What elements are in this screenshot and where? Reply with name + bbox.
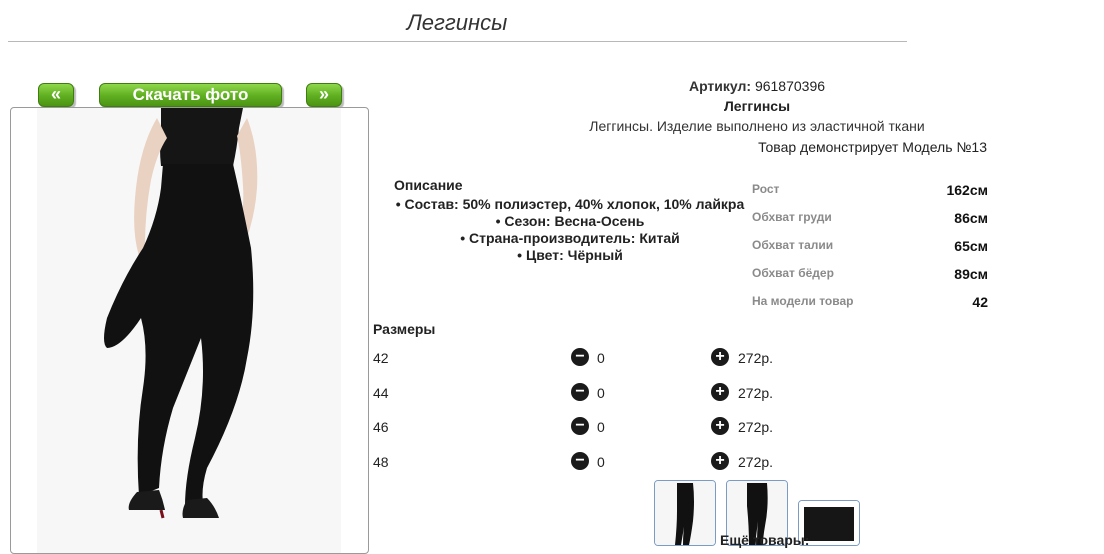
next-photo-button[interactable]: » xyxy=(306,83,342,107)
size-label: 48 xyxy=(373,454,389,470)
description-heading: Описание xyxy=(394,177,463,193)
sizes-heading: Размеры xyxy=(373,321,436,337)
article-value: 961870396 xyxy=(754,78,826,94)
size-label: 44 xyxy=(373,385,389,401)
measurement-value: 89см xyxy=(954,266,988,282)
measurement-label: Рост xyxy=(752,182,780,196)
measurement-row: Рост 162см xyxy=(752,182,988,202)
plus-circle-icon[interactable]: + xyxy=(711,417,729,436)
minus-circle-icon[interactable]: − xyxy=(571,348,589,367)
quantity-value: 0 xyxy=(597,350,605,366)
price-value: 272р. xyxy=(738,419,774,435)
product-description: Леггинсы. Изделие выполнено из эластично… xyxy=(589,118,925,134)
measurement-label: Обхват бёдер xyxy=(752,266,834,280)
measurement-label: На модели товар xyxy=(752,294,854,308)
article-label: Артикул: xyxy=(688,78,752,94)
download-photo-button[interactable]: Скачать фото xyxy=(99,83,282,107)
measurement-row: На модели товар 42 xyxy=(752,294,988,314)
measurement-value: 86см xyxy=(954,210,988,226)
price-value: 272р. xyxy=(738,385,774,401)
minus-circle-icon[interactable]: − xyxy=(571,417,589,436)
more-goods-label: Ещё товары: xyxy=(720,532,810,548)
size-row: 48 −0 +272р. xyxy=(373,452,793,474)
article-line: Артикул: 961870396 xyxy=(527,78,987,94)
quantity-value: 0 xyxy=(597,419,605,435)
price-value: 272р. xyxy=(738,454,774,470)
minus-circle-icon[interactable]: − xyxy=(571,383,589,402)
plus-circle-icon[interactable]: + xyxy=(711,348,729,367)
description-block: Описание Состав: 50% полиэстер, 40% хлоп… xyxy=(380,177,760,264)
plus-circle-icon[interactable]: + xyxy=(711,383,729,402)
size-label: 46 xyxy=(373,419,389,435)
description-item: Страна-производитель: Китай xyxy=(380,230,760,247)
product-photo xyxy=(10,107,369,554)
measurement-value: 65см xyxy=(954,238,988,254)
measurement-label: Обхват талии xyxy=(752,238,834,252)
model-note: Товар демонстрирует Модель №13 xyxy=(758,139,987,155)
size-label: 42 xyxy=(373,350,389,366)
model-figure xyxy=(104,108,258,519)
measurement-value: 162см xyxy=(946,182,988,198)
measurement-row: Обхват груди 86см xyxy=(752,210,988,230)
size-row: 46 −0 +272р. xyxy=(373,417,793,439)
thumbnail-photo[interactable] xyxy=(654,480,716,546)
prev-photo-button[interactable]: « xyxy=(38,83,74,107)
quantity-value: 0 xyxy=(597,385,605,401)
quantity-value: 0 xyxy=(597,454,605,470)
description-item: Сезон: Весна-Осень xyxy=(380,213,760,230)
measurement-row: Обхват бёдер 89см xyxy=(752,266,988,286)
price-value: 272р. xyxy=(738,350,774,366)
measurement-label: Обхват груди xyxy=(752,210,832,224)
size-row: 42 −0 +272р. xyxy=(373,348,793,370)
description-item: Состав: 50% полиэстер, 40% хлопок, 10% л… xyxy=(380,196,760,213)
size-row: 44 −0 +272р. xyxy=(373,383,793,405)
description-item: Цвет: Чёрный xyxy=(380,247,760,264)
title-divider xyxy=(8,41,907,42)
plus-circle-icon[interactable]: + xyxy=(711,452,729,471)
measurement-value: 42 xyxy=(972,294,988,310)
page-title: Леггинсы xyxy=(406,10,508,35)
measurement-row: Обхват талии 65см xyxy=(752,238,988,258)
minus-circle-icon[interactable]: − xyxy=(571,452,589,471)
product-name: Леггинсы xyxy=(723,98,791,114)
